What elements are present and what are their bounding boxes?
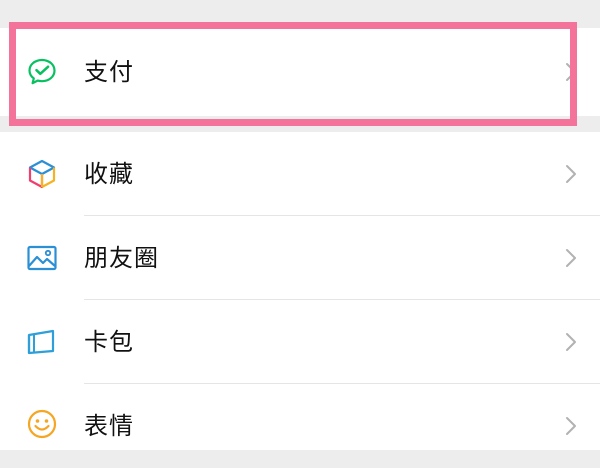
card-wallet-icon xyxy=(26,326,58,358)
chevron-right-icon xyxy=(564,248,578,268)
menu-item-stickers[interactable]: 表情 xyxy=(0,384,600,450)
chevron-right-icon xyxy=(564,164,578,184)
menu-item-label: 卡包 xyxy=(84,328,134,356)
sticker-smiley-icon xyxy=(26,408,58,440)
menu-item-label: 收藏 xyxy=(84,160,134,188)
favorites-cube-icon xyxy=(26,158,58,190)
menu-item-label: 表情 xyxy=(84,412,134,440)
top-background-strip xyxy=(0,0,600,16)
menu-item-label: 支付 xyxy=(84,58,134,86)
moments-picture-icon xyxy=(26,242,58,274)
menu-item-label: 朋友圈 xyxy=(84,244,159,272)
menu-item-favorites[interactable]: 收藏 xyxy=(0,132,600,216)
menu-item-card-wallet[interactable]: 卡包 xyxy=(0,300,600,384)
menu-item-moments[interactable]: 朋友圈 xyxy=(0,216,600,300)
menu-item-pay[interactable]: 支付 xyxy=(0,28,600,116)
chevron-right-icon xyxy=(564,416,578,436)
chevron-right-icon xyxy=(564,332,578,352)
wechat-pay-icon xyxy=(26,56,58,88)
chevron-right-icon xyxy=(564,62,578,82)
